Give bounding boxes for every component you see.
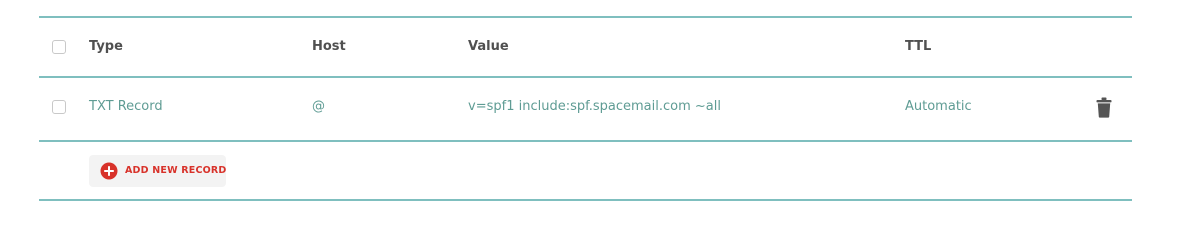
record-ttl-cell[interactable]: Automatic xyxy=(905,99,972,114)
table-bottom-rule xyxy=(39,199,1132,201)
table-row: TXT Record @ v=spf1 include:spf.spacemai… xyxy=(39,78,1132,141)
record-value-cell[interactable]: v=spf1 include:spf.spacemail.com ~all xyxy=(468,99,721,114)
select-all-checkbox[interactable] xyxy=(52,40,66,54)
column-header-value: Value xyxy=(468,39,509,54)
row-select-checkbox[interactable] xyxy=(52,100,66,114)
row-divider xyxy=(39,140,1132,142)
add-new-record-label: ADD NEW RECORD xyxy=(125,165,227,176)
record-host-cell[interactable]: @ xyxy=(312,99,325,114)
add-new-record-button[interactable]: ADD NEW RECORD xyxy=(89,155,226,187)
trash-icon[interactable] xyxy=(1096,97,1112,118)
column-header-type: Type xyxy=(89,39,123,54)
record-type-cell[interactable]: TXT Record xyxy=(89,99,163,114)
column-header-host: Host xyxy=(312,39,346,54)
column-header-ttl: TTL xyxy=(905,39,932,54)
plus-circle-icon xyxy=(100,162,118,180)
table-header-row: Type Host Value TTL xyxy=(39,17,1132,77)
